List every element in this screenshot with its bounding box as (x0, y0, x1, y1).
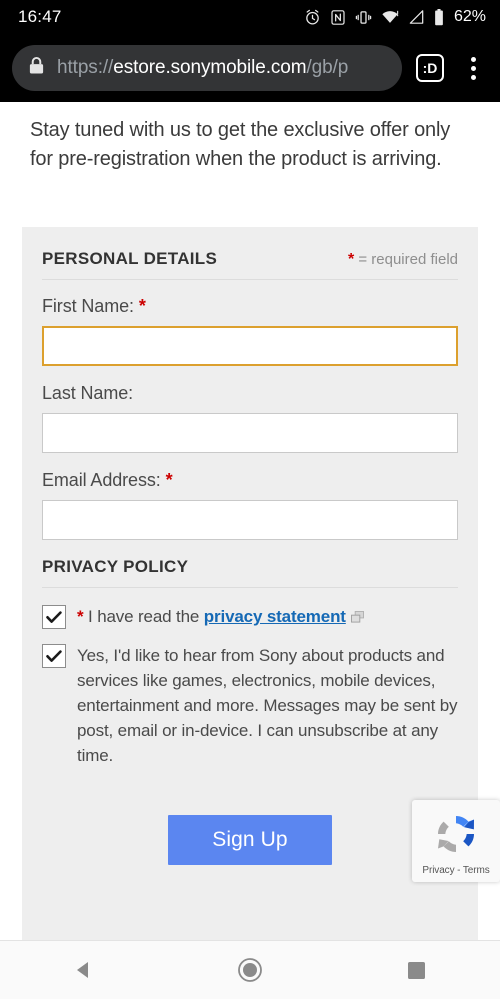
required-note-star: * (347, 251, 355, 268)
recents-icon[interactable] (387, 941, 447, 999)
last-name-input[interactable] (42, 413, 458, 453)
browser-toolbar: https://estore.sonymobile.com/gb/p :D (0, 34, 500, 102)
alarm-icon (304, 9, 321, 26)
first-name-label-text: First Name: (42, 296, 134, 316)
marketing-consent-checkbox[interactable] (42, 644, 66, 669)
privacy-policy-header: PRIVACY POLICY (42, 557, 458, 587)
privacy-statement-link[interactable]: privacy statement (204, 607, 346, 626)
wifi-icon (381, 9, 399, 25)
status-bar: 16:47 62% (0, 0, 500, 34)
recaptcha-icon (432, 810, 480, 863)
url-domain: estore.sonymobile.com (113, 57, 307, 78)
intro-paragraph: Stay tuned with us to get the exclusive … (30, 119, 451, 170)
recaptcha-privacy-terms[interactable]: Privacy - Terms (422, 865, 489, 876)
marketing-consent-text: Yes, I'd like to hear from Sony about pr… (77, 646, 458, 766)
personal-details-title: PERSONAL DETAILS (42, 249, 218, 268)
back-icon[interactable] (53, 941, 113, 999)
email-address-label: Email Address: * (42, 470, 458, 491)
privacy-policy-divider (42, 587, 458, 588)
nfc-icon (330, 9, 346, 26)
home-icon[interactable] (220, 941, 280, 999)
privacy-consent-row[interactable]: * I have read the privacy statement (42, 604, 458, 630)
vibrate-icon (355, 9, 372, 26)
sign-up-button[interactable]: Sign Up (168, 815, 332, 866)
personal-details-header: PERSONAL DETAILS * = required field (42, 249, 458, 279)
first-name-required-star: * (138, 296, 146, 316)
recaptcha-badge[interactable]: Privacy - Terms (412, 800, 500, 882)
email-address-label-text: Email Address: (42, 470, 161, 490)
privacy-policy-title: PRIVACY POLICY (42, 557, 189, 576)
external-link-icon (350, 605, 364, 630)
url-scheme: https:// (57, 57, 114, 78)
privacy-consent-checkbox[interactable] (42, 605, 66, 629)
first-name-label: First Name: * (42, 296, 458, 317)
phone-screen: 16:47 62% https://estore.sonymobile.com/… (0, 0, 500, 999)
lock-icon (28, 56, 45, 80)
personal-details-divider (42, 279, 458, 280)
url-path: /gb/p (306, 57, 349, 78)
privacy-consent-prefix: I have read the (88, 607, 200, 626)
status-clock: 16:47 (18, 7, 62, 26)
signup-button-container: Sign Up (42, 815, 458, 866)
email-address-input[interactable] (42, 500, 458, 540)
first-name-input[interactable] (42, 326, 458, 366)
privacy-consent-text: * I have read the privacy statement (77, 604, 364, 630)
last-name-label-text: Last Name: (42, 383, 134, 403)
privacy-consent-star: * (77, 607, 84, 626)
email-required-star: * (165, 470, 173, 490)
web-page-viewport: Stay tuned with us to get the exclusive … (0, 102, 500, 940)
battery-percent: 62% (453, 8, 486, 25)
url-text: https://estore.sonymobile.com/gb/p (57, 57, 348, 79)
status-icons: 62% (304, 8, 486, 26)
address-bar[interactable]: https://estore.sonymobile.com/gb/p (12, 45, 402, 91)
required-field-note: * = required field (348, 251, 458, 269)
signal-icon (408, 9, 425, 25)
marketing-consent-row[interactable]: Yes, I'd like to hear from Sony about pr… (42, 643, 458, 768)
android-nav-bar (0, 940, 500, 999)
last-name-label: Last Name: (42, 383, 458, 404)
battery-icon (434, 8, 444, 26)
required-note-text: = required field (358, 251, 458, 268)
signup-form-panel: PERSONAL DETAILS * = required field Firs… (22, 227, 478, 940)
tab-counter-button[interactable]: :D (416, 54, 444, 82)
overflow-menu-icon[interactable] (458, 56, 488, 80)
